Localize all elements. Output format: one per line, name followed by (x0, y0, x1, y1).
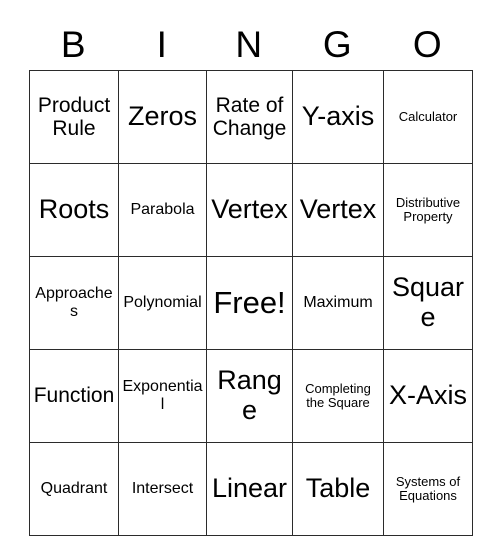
bingo-cell[interactable]: Vertex (292, 163, 384, 257)
bingo-cell-label: Zeros (127, 101, 198, 132)
bingo-cell[interactable]: Calculator (383, 70, 473, 164)
bingo-cell-label: Polynomial (123, 294, 202, 312)
bingo-cell[interactable]: Range (206, 349, 293, 443)
bingo-cell-label: Y-axis (301, 101, 375, 132)
bingo-row: Approaches Polynomial Free! Maximum Square (29, 256, 473, 350)
bingo-card: B I N G O Product Rule Zeros Rate of Change Y-a… (29, 18, 473, 536)
bingo-grid-body: Product Rule Zeros Rate of Change Y-axis Cal… (29, 70, 473, 536)
bingo-cell[interactable]: Square (383, 256, 473, 350)
bingo-header-letter-n: N (235, 23, 263, 65)
bingo-row: Quadrant Intersect Linear Table Systems of E… (29, 442, 473, 536)
bingo-cell-label: Quadrant (40, 480, 108, 498)
bingo-row: Product Rule Zeros Rate of Change Y-axis Cal… (29, 70, 473, 164)
bingo-cell[interactable]: Completing the Square (292, 349, 384, 443)
bingo-header-letter-o: O (412, 23, 443, 65)
bingo-free-space[interactable]: Free! (206, 256, 293, 350)
bingo-header-letter-b: B (60, 23, 87, 65)
bingo-cell[interactable]: Table (292, 442, 384, 536)
bingo-cell-label: Rate of Change (212, 93, 287, 140)
bingo-row: Function Exponential Range Completing the S… (29, 349, 473, 443)
bingo-cell[interactable]: Function (29, 349, 119, 443)
bingo-header: BINGO (29, 18, 472, 70)
bingo-cell[interactable]: Linear (206, 442, 293, 536)
bingo-cell-label: Systems of Equations (395, 473, 461, 503)
bingo-cell-label: Roots (38, 194, 110, 225)
bingo-cell[interactable]: Parabola (118, 163, 207, 257)
bingo-cell[interactable]: Systems of Equations (383, 442, 473, 536)
bingo-header-letter-i: I (156, 23, 168, 65)
bingo-cell-label: Table (305, 473, 371, 504)
bingo-cell[interactable]: Distributive Property (383, 163, 473, 257)
bingo-cell[interactable]: Maximum (292, 256, 384, 350)
bingo-cell-label: Calculator (398, 108, 458, 124)
bingo-cell-label: Exponential (122, 378, 203, 413)
bingo-cell[interactable]: X-Axis (383, 349, 473, 443)
bingo-cell[interactable]: Y-axis (292, 70, 384, 164)
bingo-cell[interactable]: Exponential (118, 349, 207, 443)
bingo-cell-label: Function (33, 384, 115, 408)
bingo-cell-label: Square (391, 272, 465, 332)
bingo-cell-label: Free! (213, 284, 286, 320)
bingo-cell[interactable]: Vertex (206, 163, 293, 257)
bingo-cell[interactable]: Roots (29, 163, 119, 257)
bingo-cell-label: Vertex (299, 194, 377, 225)
bingo-cell-label: Range (217, 365, 282, 425)
bingo-row: Roots Parabola Vertex Vertex Distributive Pr… (29, 163, 473, 257)
bingo-cell-label: Parabola (130, 201, 195, 219)
bingo-grid: Product Rule Zeros Rate of Change Y-axis Cal… (29, 70, 473, 536)
bingo-cell[interactable]: Rate of Change (206, 70, 293, 164)
bingo-cell-label: Distributive Property (395, 194, 461, 224)
bingo-cell-label: Intersect (131, 480, 194, 498)
bingo-cell-label: Product Rule (37, 93, 111, 140)
bingo-cell-label: X-Axis (388, 380, 467, 411)
bingo-cell-label: Completing the Square (305, 380, 371, 410)
bingo-cell-label: Vertex (211, 194, 288, 225)
bingo-cell[interactable]: Approaches (29, 256, 119, 350)
bingo-cell-label: Maximum (303, 294, 373, 312)
bingo-cell[interactable]: Zeros (118, 70, 207, 164)
bingo-cell[interactable]: Product Rule (29, 70, 119, 164)
bingo-cell[interactable]: Intersect (118, 442, 207, 536)
bingo-cell-label: Approaches (35, 285, 113, 320)
bingo-cell[interactable]: Quadrant (29, 442, 119, 536)
bingo-header-letter-g: G (322, 23, 353, 65)
bingo-cell-label: Linear (211, 473, 288, 504)
bingo-cell[interactable]: Polynomial (118, 256, 207, 350)
